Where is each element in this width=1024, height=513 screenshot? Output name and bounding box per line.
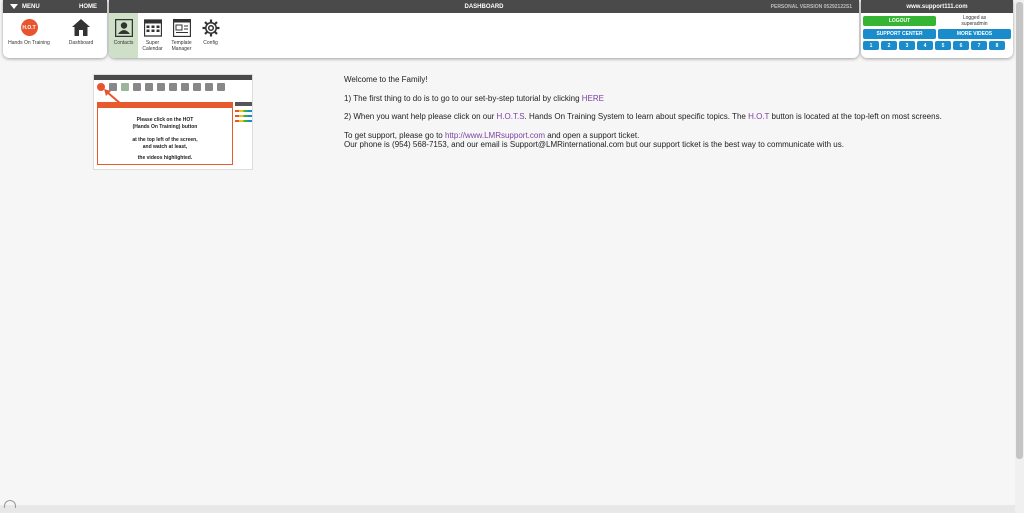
thumb-message-line1: Please click on the HOT [136, 117, 194, 123]
thumb-side-panel [235, 102, 252, 162]
thumb-message-line2: (Hands On Training) button [132, 124, 198, 130]
number-button-6[interactable]: 6 [953, 41, 969, 50]
number-button-1[interactable]: 1 [863, 41, 879, 50]
tool-super-calendar[interactable]: Super Calendar [138, 13, 167, 58]
number-button-8[interactable]: 8 [989, 41, 1005, 50]
gear-icon [202, 19, 219, 37]
left-nav-panel: MENU HOME H.O.T Hands On Training Dashbo… [3, 0, 107, 58]
step2-pre: 2) When you want help please click on ou… [344, 112, 497, 122]
menu-label: MENU [22, 3, 40, 10]
thumb-message-line3: at the top left of the screen, [132, 137, 198, 143]
tool-template-manager-label: Template Manager [171, 40, 192, 52]
menu-toggle[interactable]: MENU [10, 4, 40, 10]
vertical-scrollbar-thumb[interactable] [1016, 2, 1023, 459]
hot-tutorial-thumbnail[interactable]: Please click on the HOT (Hands On Traini… [93, 74, 253, 170]
hots-link[interactable]: H.O.T.S [497, 112, 525, 121]
hot-link[interactable]: H.O.T [748, 112, 769, 121]
version-label: PERSONAL VERSION 05292122S1 [770, 3, 852, 10]
logout-button[interactable]: LOGOUT [863, 16, 936, 26]
logged-in-info: Logged as superadmin [938, 15, 1011, 27]
account-panel: www.support111.com LOGOUT Logged as supe… [861, 0, 1013, 58]
dashboard-label: Dashboard [68, 40, 94, 46]
lmr-support-link[interactable]: http://www.LMRsupport.com [445, 131, 545, 140]
tool-contacts-label: Contacts [113, 40, 134, 46]
number-button-5[interactable]: 5 [935, 41, 951, 50]
vertical-scrollbar[interactable] [1015, 0, 1024, 513]
tool-super-calendar-label: Super Calendar [142, 40, 163, 52]
number-buttons: 1 2 3 4 5 6 7 8 [863, 41, 1011, 50]
toolbar-title-bar: DASHBOARD PERSONAL VERSION 05292122S1 [109, 0, 859, 13]
tutorial-here-link[interactable]: HERE [582, 94, 604, 103]
step2-mid: . Hands On Training System to learn abou… [524, 112, 749, 122]
left-panel-bar: MENU HOME [3, 0, 107, 13]
thumb-email-icon [157, 83, 165, 91]
tool-contacts[interactable]: Contacts [109, 13, 138, 58]
support-pre: To get support, please go to [344, 130, 445, 140]
toolbar-panel: DASHBOARD PERSONAL VERSION 05292122S1 Co… [109, 0, 859, 58]
hot-badge-icon: H.O.T [20, 19, 38, 36]
thumb-box-header [98, 103, 232, 108]
thumb-config-icon [205, 83, 213, 91]
menu-triangle-icon [10, 4, 18, 9]
welcome-message: Welcome to the Family! 1) The first thin… [344, 75, 942, 159]
dashboard-button[interactable]: Dashboard [55, 13, 107, 58]
contacts-icon [114, 19, 133, 37]
support-post: and open a support ticket. [545, 130, 640, 140]
site-bar: www.support111.com [861, 0, 1013, 13]
thumb-mail-icon [145, 83, 153, 91]
step2-post: button is located at the top-left on mos… [769, 112, 942, 122]
step1-paragraph: 1) The first thing to do is to go to our… [344, 94, 942, 104]
thumb-instruction-box: Please click on the HOT (Hands On Traini… [97, 102, 233, 165]
thumb-send-icon [193, 83, 201, 91]
tool-template-manager[interactable]: Template Manager [167, 13, 196, 58]
number-button-4[interactable]: 4 [917, 41, 933, 50]
template-icon [172, 19, 191, 37]
thumb-message: Please click on the HOT (Hands On Traini… [98, 117, 232, 162]
contact-line: Our phone is (954) 568-7153, and our ema… [344, 140, 844, 150]
thumb-calendar-icon [133, 83, 141, 91]
thumb-template-icon [181, 83, 189, 91]
tool-config[interactable]: Config [196, 13, 225, 58]
thumb-flow-icon [169, 83, 177, 91]
hands-on-training-label: Hands On Training [8, 40, 50, 46]
tool-config-label: Config [203, 40, 218, 46]
page-title: DASHBOARD [464, 3, 504, 10]
number-button-3[interactable]: 3 [899, 41, 915, 50]
wifi-status-icon [4, 500, 16, 508]
thumb-chart-icon [217, 83, 225, 91]
house-icon [72, 19, 90, 36]
welcome-heading: Welcome to the Family! [344, 75, 428, 84]
home-link[interactable]: HOME [79, 4, 97, 10]
step2-paragraph: 2) When you want help please click on ou… [344, 112, 942, 122]
hands-on-training-button[interactable]: H.O.T Hands On Training [3, 13, 55, 58]
thumb-message-line4: and watch at least, [142, 144, 188, 150]
thumb-message-line5: the videos highlighted. [137, 155, 193, 161]
support-paragraph: To get support, please go to http://www.… [344, 131, 942, 141]
number-button-2[interactable]: 2 [881, 41, 897, 50]
horizontal-scrollbar[interactable] [0, 505, 1015, 513]
number-button-7[interactable]: 7 [971, 41, 987, 50]
step1-text: 1) The first thing to do is to go to our… [344, 93, 582, 103]
more-videos-button[interactable]: MORE VIDEOS [938, 29, 1011, 39]
calendar-icon [143, 19, 162, 37]
support-center-button[interactable]: SUPPORT CENTER [863, 29, 936, 39]
username: superadmin [961, 21, 988, 27]
site-url[interactable]: www.support111.com [906, 4, 967, 10]
